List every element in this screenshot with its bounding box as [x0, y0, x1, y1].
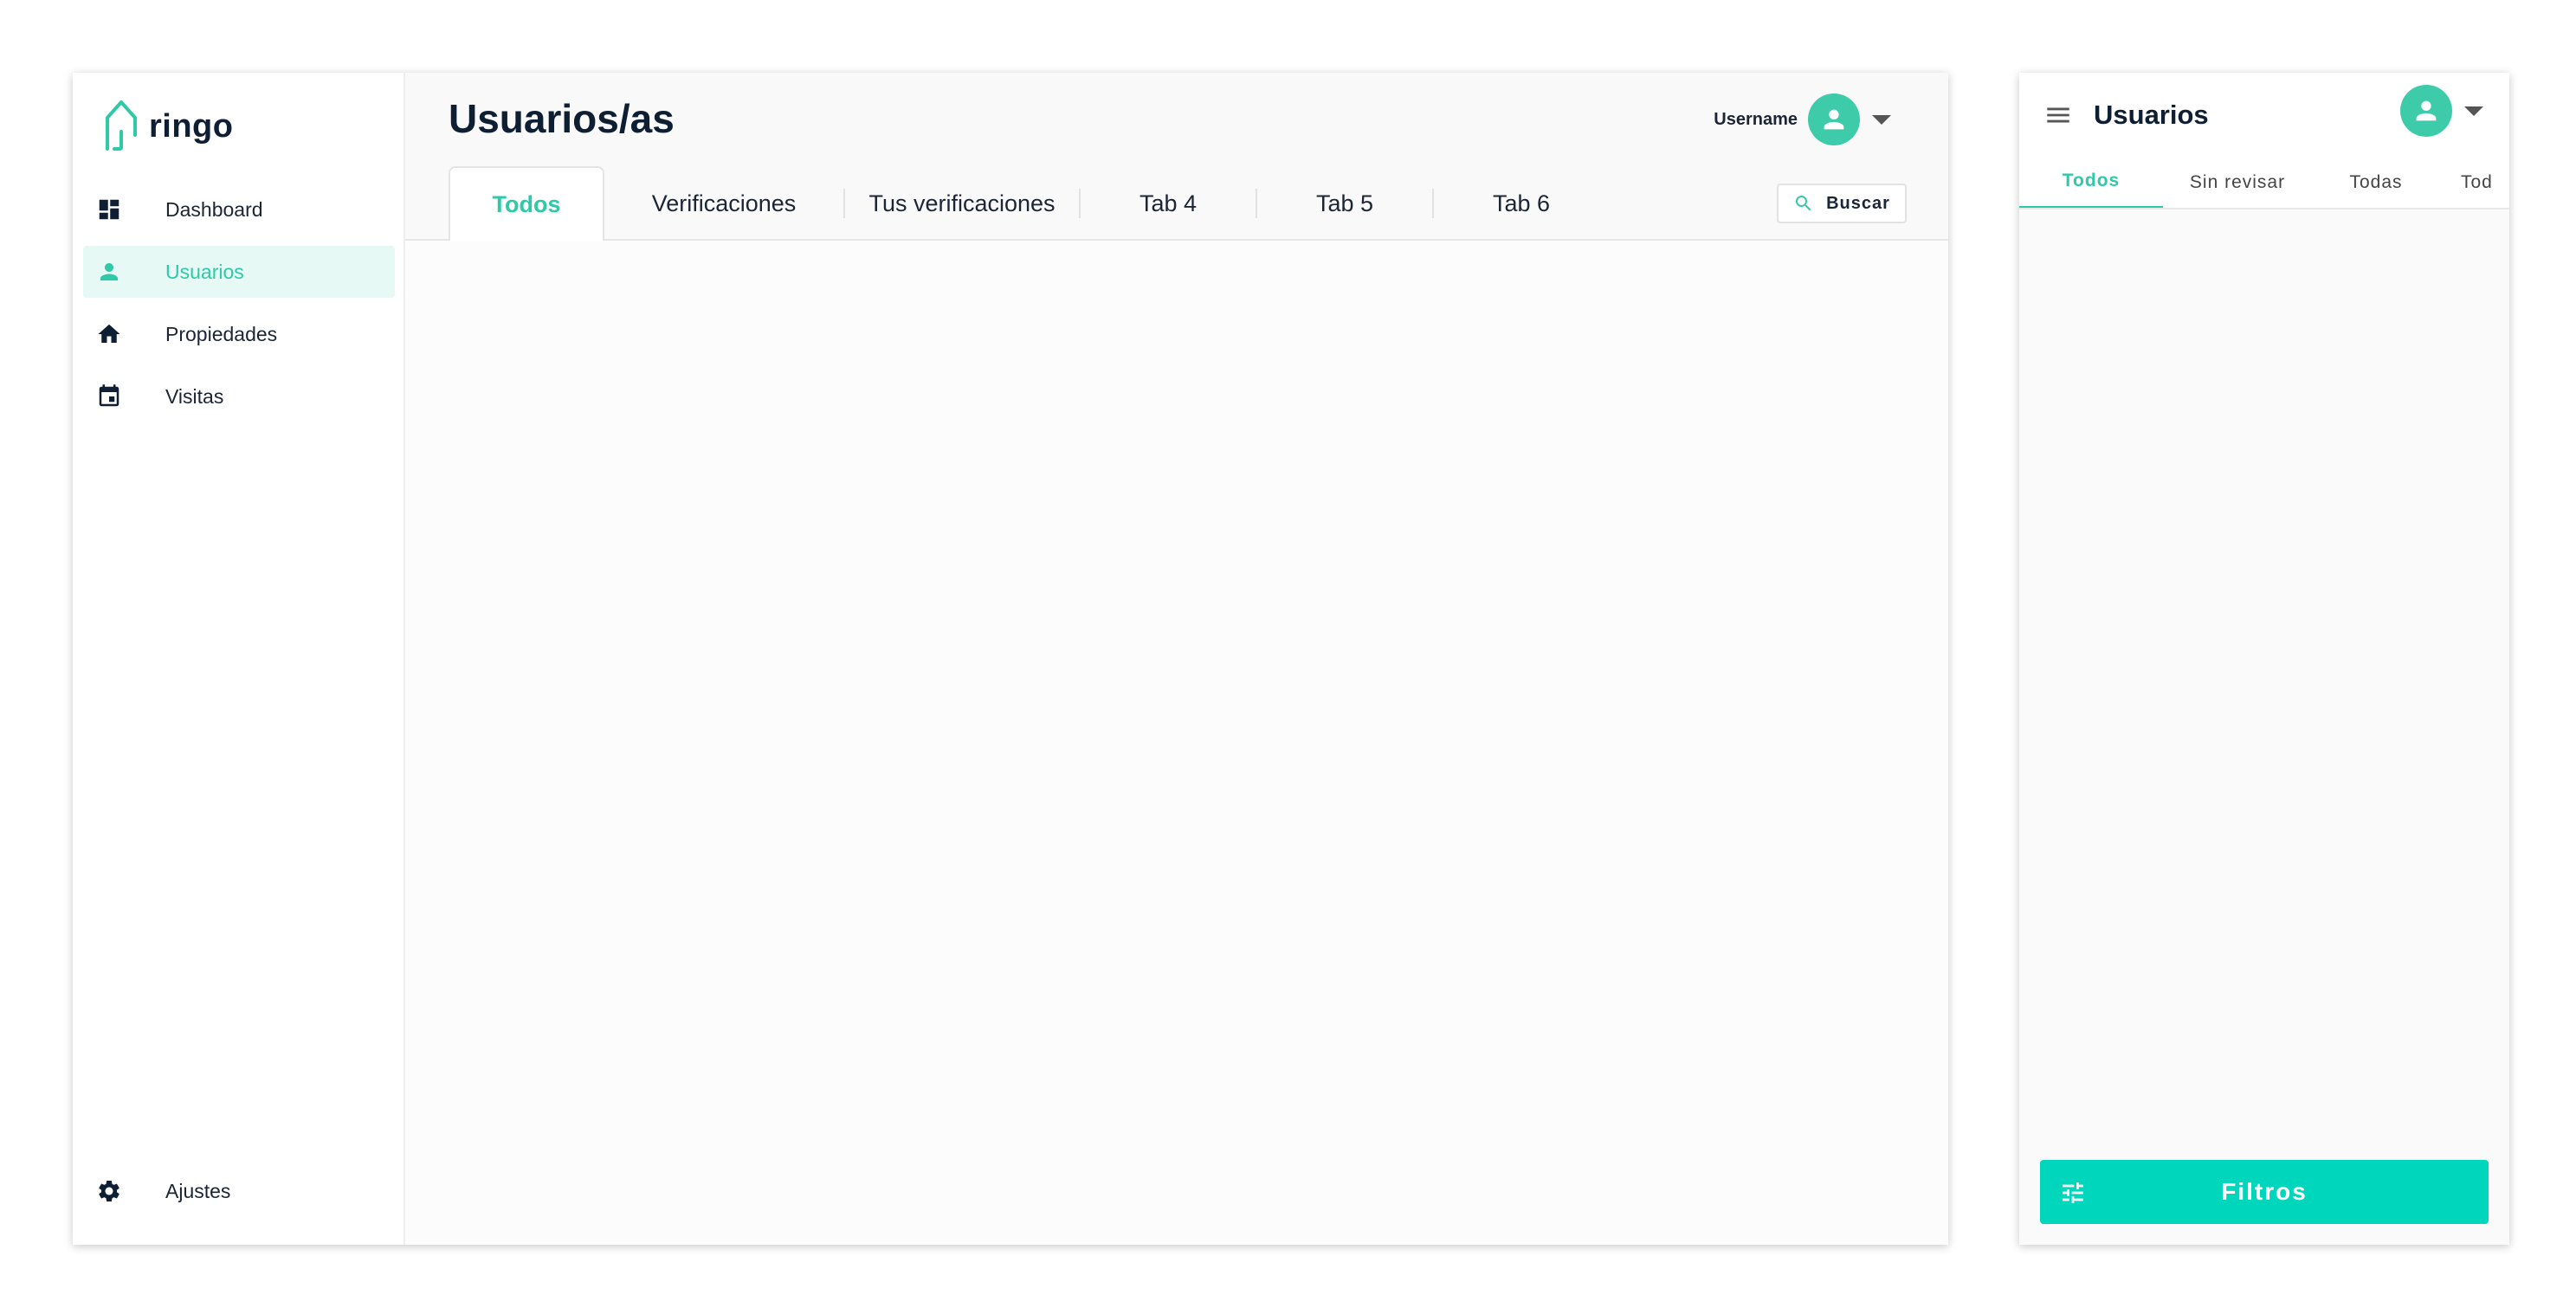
filters-label: Filtros: [2221, 1178, 2308, 1205]
mobile-tab-tod[interactable]: Tod: [2440, 156, 2509, 209]
tab-label: Todas: [2349, 172, 2403, 192]
chevron-down-icon[interactable]: [2464, 106, 2483, 116]
mobile-layout: Usuarios Todos Sin revisar Todas Tod Fil…: [2019, 73, 2509, 1245]
home-icon: [96, 321, 122, 347]
mobile-tab-sin-revisar[interactable]: Sin revisar: [2163, 156, 2312, 209]
mobile-header: Usuarios Todos Sin revisar Todas Tod: [2019, 73, 2509, 209]
sidebar-item-label: Visitas: [165, 384, 224, 408]
page-title: Usuarios/as: [449, 96, 675, 141]
username: Username: [1714, 109, 1798, 129]
sidebar-nav: Dashboard Usuarios Propiedades Visitas: [83, 184, 395, 433]
mobile-tabs-divider: [2019, 208, 2509, 209]
search-label: Buscar: [1826, 193, 1890, 213]
sidebar-item-dashboard[interactable]: Dashboard: [83, 184, 395, 235]
tab-label: Sin revisar: [2189, 172, 2286, 192]
sidebar-bottom: Ajustes: [83, 1165, 395, 1227]
tab-bar: Todos Verificaciones Tus verificaciones …: [449, 166, 1609, 241]
sidebar-item-label: Ajustes: [165, 1179, 231, 1202]
content-panel: [405, 241, 1948, 1245]
mobile-tab-todos[interactable]: Todos: [2019, 156, 2163, 209]
sidebar-item-ajustes[interactable]: Ajustes: [83, 1165, 395, 1217]
ringo-logo-icon: [102, 97, 140, 157]
hamburger-icon[interactable]: [2043, 100, 2073, 130]
tab-label: Todos: [492, 190, 561, 217]
sidebar-item-label: Propiedades: [165, 322, 278, 345]
sidebar-item-usuarios[interactable]: Usuarios: [83, 246, 395, 298]
search-button[interactable]: Buscar: [1777, 184, 1907, 223]
tab-todos[interactable]: Todos: [449, 166, 604, 241]
calendar-icon: [96, 383, 122, 409]
tab-tab-6[interactable]: Tab 6: [1434, 166, 1609, 241]
desktop-layout: ringo Dashboard Usuarios Propiedades Vis…: [73, 73, 1948, 1245]
tab-tus-verificaciones[interactable]: Tus verificaciones: [845, 166, 1079, 241]
tab-label: Todos: [2062, 171, 2121, 190]
tab-label: Tus verificaciones: [868, 190, 1056, 216]
sidebar: ringo Dashboard Usuarios Propiedades Vis…: [73, 73, 405, 1245]
logo-text: ringo: [149, 107, 234, 145]
mobile-content-panel: [2019, 209, 2509, 1245]
mobile-page-title: Usuarios: [2094, 100, 2209, 130]
user-menu[interactable]: Username: [1714, 93, 1891, 145]
logo[interactable]: ringo: [102, 99, 233, 154]
person-icon: [96, 259, 122, 285]
tab-label: Tab 6: [1492, 190, 1551, 216]
sidebar-item-label: Usuarios: [165, 260, 244, 283]
tab-tab-5[interactable]: Tab 5: [1257, 166, 1432, 241]
avatar[interactable]: [1808, 93, 1860, 145]
main-area: Usuarios/as Username Todos Verificacione…: [405, 73, 1948, 1245]
avatar[interactable]: [2400, 85, 2452, 137]
chevron-down-icon[interactable]: [1872, 114, 1891, 125]
filters-button[interactable]: Filtros: [2040, 1160, 2489, 1224]
mobile-user-menu[interactable]: [2400, 85, 2483, 137]
person-icon: [2416, 100, 2437, 121]
sidebar-item-visitas[interactable]: Visitas: [83, 370, 395, 422]
sliders-icon: [2059, 1179, 2087, 1207]
gear-icon: [96, 1178, 122, 1204]
tab-label: Tab 4: [1139, 190, 1198, 216]
mobile-tab-todas[interactable]: Todas: [2312, 156, 2440, 209]
dashboard-icon: [96, 196, 122, 222]
tab-verificaciones[interactable]: Verificaciones: [604, 166, 843, 241]
tab-label: Tab 5: [1315, 190, 1374, 216]
tab-tab-4[interactable]: Tab 4: [1081, 166, 1256, 241]
tab-label: Verificaciones: [651, 190, 797, 216]
search-icon: [1796, 196, 1811, 211]
tab-label: Tod: [2461, 172, 2493, 192]
mobile-tab-bar: Todos Sin revisar Todas Tod: [2019, 156, 2509, 209]
sidebar-item-propiedades[interactable]: Propiedades: [83, 308, 395, 360]
sidebar-item-label: Dashboard: [165, 197, 263, 221]
person-icon: [1824, 109, 1844, 130]
